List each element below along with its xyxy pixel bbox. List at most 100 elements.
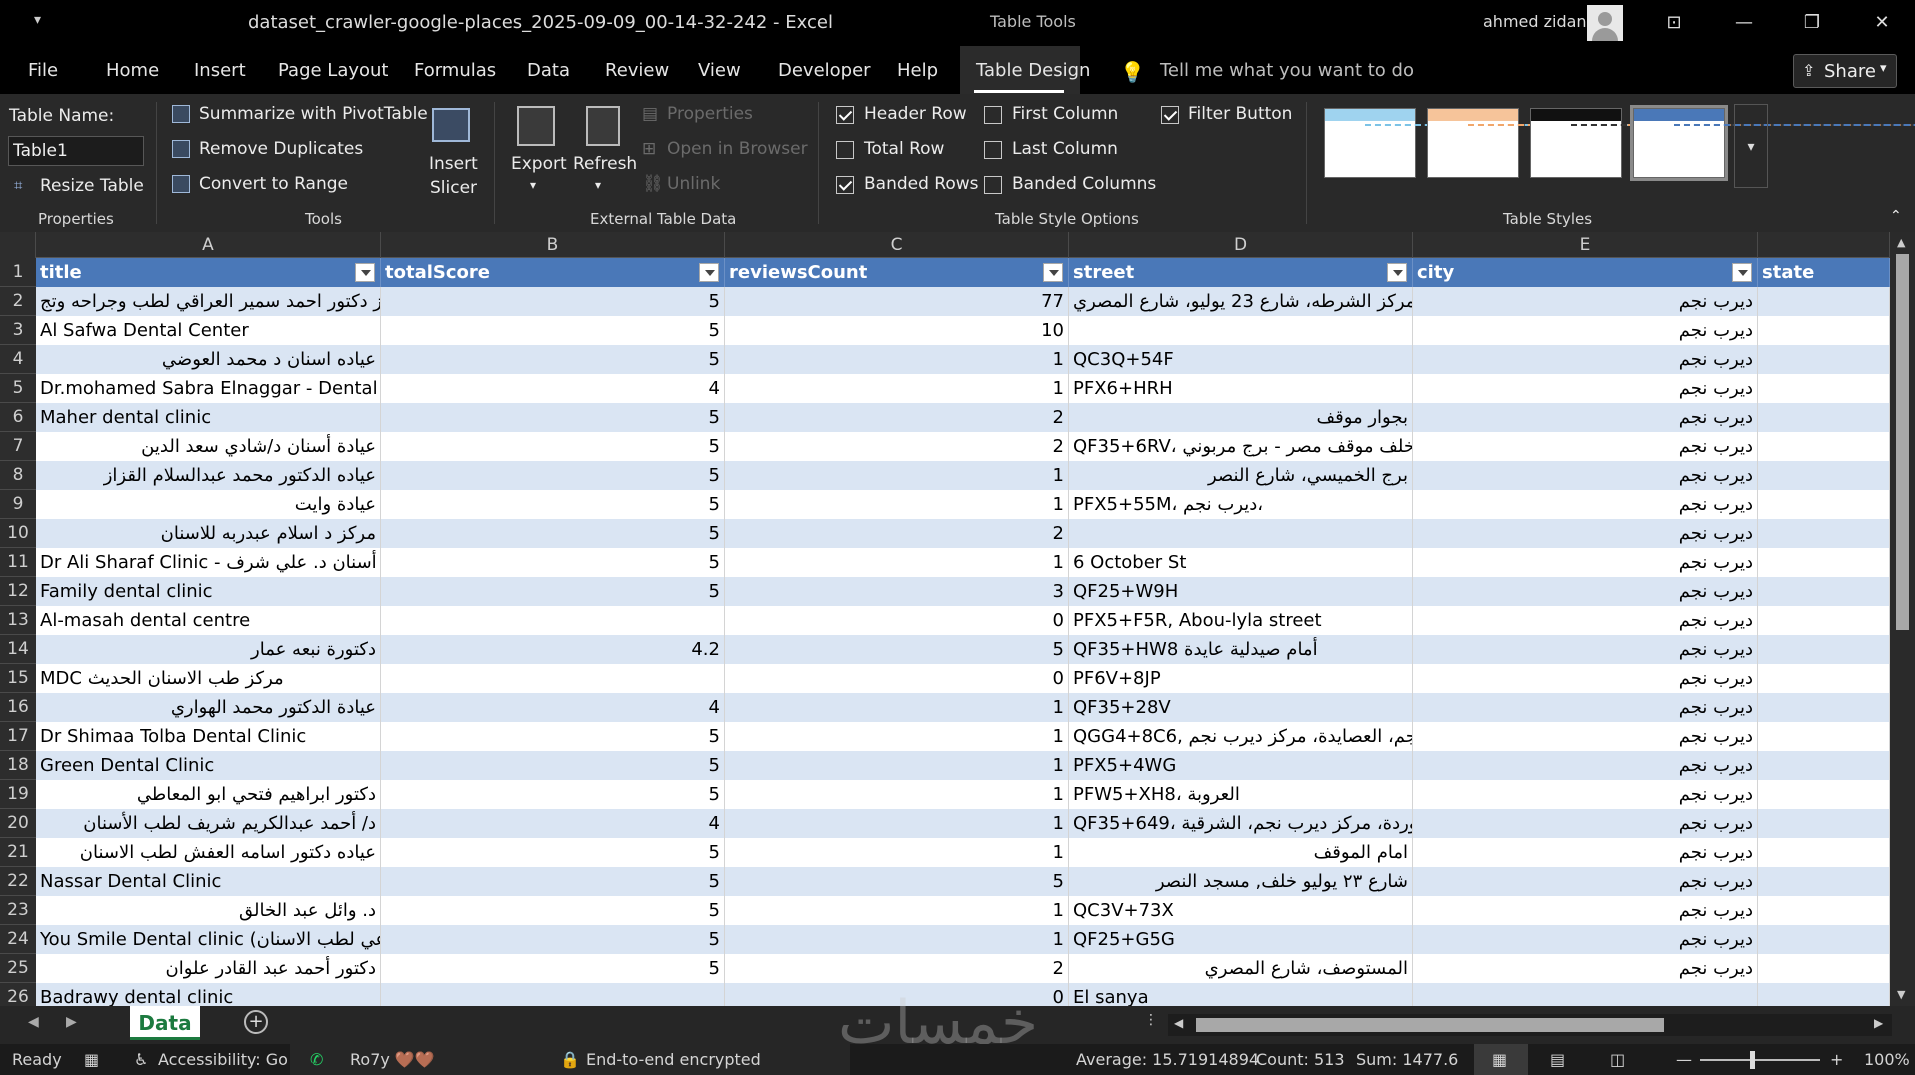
tab-table-design[interactable]: Table Design bbox=[976, 60, 1090, 81]
cell-score[interactable]: 5 bbox=[381, 867, 725, 896]
cell-title[interactable]: مركز د اسلام عبدربه للاسنان bbox=[36, 519, 381, 548]
accessibility-status[interactable]: Accessibility: Good bbox=[158, 1050, 288, 1069]
cell-score[interactable]: 4 bbox=[381, 374, 725, 403]
column-header-f[interactable] bbox=[1758, 232, 1890, 258]
cell-city[interactable]: ديرب نجم bbox=[1413, 751, 1758, 780]
scroll-down-icon[interactable]: ▼ bbox=[1897, 988, 1905, 1001]
tab-home[interactable]: Home bbox=[106, 60, 159, 81]
add-sheet-icon[interactable]: + bbox=[244, 1010, 268, 1034]
cell-street[interactable]: امام الموقف bbox=[1069, 838, 1413, 867]
header-cell-title[interactable]: title bbox=[36, 258, 381, 287]
cell-city[interactable]: ديرب نجم bbox=[1413, 722, 1758, 751]
filter-dropdown-icon[interactable] bbox=[699, 263, 719, 282]
cell-reviews[interactable]: 5 bbox=[725, 867, 1069, 896]
column-header-c[interactable]: C bbox=[725, 232, 1069, 258]
cell-city[interactable]: ديرب نجم bbox=[1413, 461, 1758, 490]
header-cell-reviewscount[interactable]: reviewsCount bbox=[725, 258, 1069, 287]
cell-street[interactable]: امام مركز الشرطه، شارع 23 يوليو، شارع ال… bbox=[1069, 287, 1413, 316]
cell-score[interactable]: 5 bbox=[381, 461, 725, 490]
cell-state[interactable] bbox=[1758, 577, 1890, 606]
cell-title[interactable]: Dr Ali Sharaf Clinic - دة أسنان د. علي ش… bbox=[36, 548, 381, 577]
cell-city[interactable]: ديرب نجم bbox=[1413, 954, 1758, 983]
cell-street[interactable] bbox=[1069, 316, 1413, 345]
tab-formulas[interactable]: Formulas bbox=[414, 60, 496, 81]
zoom-in-icon[interactable]: + bbox=[1830, 1050, 1843, 1069]
row-number[interactable]: 21 bbox=[0, 838, 36, 867]
cell-street[interactable]: QGG4+8C6, نجم، العصايدة، مركز ديرب نجم bbox=[1069, 722, 1413, 751]
cell-title[interactable]: Al-masah dental centre bbox=[36, 606, 381, 635]
cell-reviews[interactable]: 0 bbox=[725, 606, 1069, 635]
row-number[interactable]: 5 bbox=[0, 374, 36, 403]
row-number[interactable]: 23 bbox=[0, 896, 36, 925]
styles-more-icon[interactable]: ▾ bbox=[1734, 104, 1768, 188]
avatar[interactable] bbox=[1587, 5, 1623, 41]
cell-city[interactable]: ديرب نجم bbox=[1413, 345, 1758, 374]
summarize-pivot-button[interactable]: Summarize with PivotTable bbox=[199, 104, 428, 124]
cell-state[interactable] bbox=[1758, 693, 1890, 722]
row-number[interactable]: 14 bbox=[0, 635, 36, 664]
tab-review[interactable]: Review bbox=[605, 60, 669, 81]
tab-file[interactable]: File bbox=[28, 60, 58, 81]
scroll-up-icon[interactable]: ▲ bbox=[1897, 236, 1905, 249]
header-cell-state[interactable]: state bbox=[1758, 258, 1890, 287]
cell-score[interactable]: 5 bbox=[381, 577, 725, 606]
cell-city[interactable]: ديرب نجم bbox=[1413, 374, 1758, 403]
cell-street[interactable]: PF6V+8JP bbox=[1069, 664, 1413, 693]
cell-city[interactable]: ديرب نجم bbox=[1413, 403, 1758, 432]
cell-city[interactable]: ديرب نجم bbox=[1413, 693, 1758, 722]
share-button[interactable]: ⇪ Share ▾ bbox=[1793, 54, 1897, 88]
cell-title[interactable]: Nassar Dental Clinic bbox=[36, 867, 381, 896]
cell-state[interactable] bbox=[1758, 983, 1890, 1006]
cell-city[interactable]: ديرب نجم bbox=[1413, 664, 1758, 693]
cell-score[interactable]: 5 bbox=[381, 896, 725, 925]
tell-me-search[interactable]: Tell me what you want to do bbox=[1160, 60, 1414, 81]
cell-reviews[interactable]: 1 bbox=[725, 925, 1069, 954]
cell-title[interactable]: عياده دكتور اسامه العفش لطب الاسنان bbox=[36, 838, 381, 867]
cell-city[interactable]: ديرب نجم bbox=[1413, 548, 1758, 577]
banded-columns-checkbox[interactable] bbox=[984, 176, 1002, 194]
page-break-view-icon[interactable]: ◫ bbox=[1610, 1050, 1625, 1069]
last-column-checkbox[interactable] bbox=[984, 141, 1002, 159]
cell-street[interactable]: QC3Q+54F bbox=[1069, 345, 1413, 374]
select-all-corner[interactable] bbox=[0, 232, 36, 258]
cell-state[interactable] bbox=[1758, 954, 1890, 983]
cell-city[interactable] bbox=[1413, 983, 1758, 1006]
row-number[interactable]: 20 bbox=[0, 809, 36, 838]
row-number[interactable]: 24 bbox=[0, 925, 36, 954]
cell-reviews[interactable]: 2 bbox=[725, 403, 1069, 432]
cell-state[interactable] bbox=[1758, 374, 1890, 403]
filter-dropdown-icon[interactable] bbox=[1043, 263, 1063, 282]
cell-title[interactable]: د. وائل عبد الخالق bbox=[36, 896, 381, 925]
vertical-scrollbar[interactable]: ▲ ▼ bbox=[1890, 232, 1915, 1006]
cell-reviews[interactable]: 1 bbox=[725, 896, 1069, 925]
cell-city[interactable]: ديرب نجم bbox=[1413, 432, 1758, 461]
row-number[interactable]: 13 bbox=[0, 606, 36, 635]
column-header-d[interactable]: D bbox=[1069, 232, 1413, 258]
row-number[interactable]: 11 bbox=[0, 548, 36, 577]
resize-table-button[interactable]: Resize Table bbox=[40, 176, 144, 196]
cell-title[interactable]: Maher dental clinic bbox=[36, 403, 381, 432]
cell-city[interactable]: ديرب نجم bbox=[1413, 635, 1758, 664]
cell-score[interactable]: 5 bbox=[381, 751, 725, 780]
cell-title[interactable]: Dr.mohamed Sabra Elnaggar - Dental bbox=[36, 374, 381, 403]
table-style-selected-blue[interactable] bbox=[1630, 105, 1915, 181]
tab-data[interactable]: Data bbox=[527, 60, 570, 81]
cell-street[interactable]: PFX6+HRH bbox=[1069, 374, 1413, 403]
cell-score[interactable] bbox=[381, 983, 725, 1006]
cell-city[interactable]: ديرب نجم bbox=[1413, 606, 1758, 635]
cell-state[interactable] bbox=[1758, 287, 1890, 316]
cell-street[interactable]: المستوصف، شارع المصري bbox=[1069, 954, 1413, 983]
cell-state[interactable] bbox=[1758, 606, 1890, 635]
cell-state[interactable] bbox=[1758, 838, 1890, 867]
vertical-scroll-thumb[interactable] bbox=[1896, 254, 1909, 630]
row-number[interactable]: 9 bbox=[0, 490, 36, 519]
row-number[interactable]: 1 bbox=[0, 258, 36, 287]
cell-reviews[interactable]: 5 bbox=[725, 635, 1069, 664]
cell-reviews[interactable]: 1 bbox=[725, 722, 1069, 751]
cell-reviews[interactable]: 1 bbox=[725, 374, 1069, 403]
cell-reviews[interactable]: 1 bbox=[725, 461, 1069, 490]
cell-street[interactable]: 6 October St bbox=[1069, 548, 1413, 577]
header-row-checkbox[interactable] bbox=[836, 106, 854, 124]
cell-reviews[interactable]: 0 bbox=[725, 664, 1069, 693]
cell-reviews[interactable]: 1 bbox=[725, 780, 1069, 809]
